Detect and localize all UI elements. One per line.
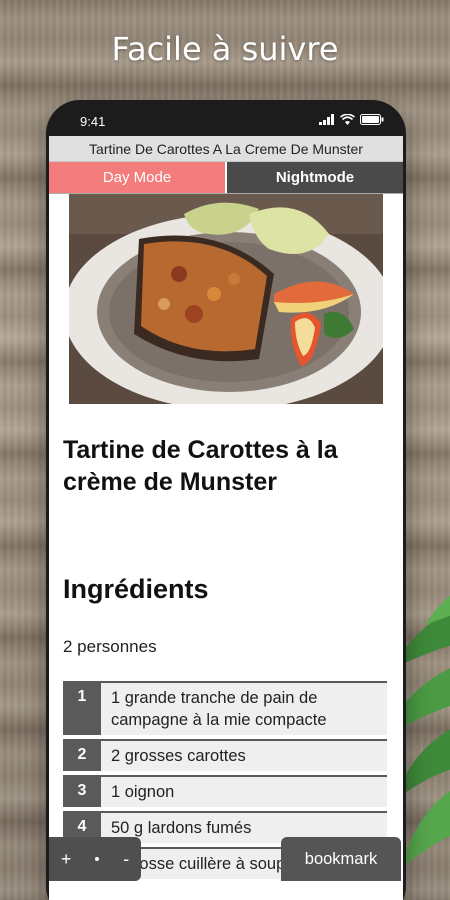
ingredient-text: 2 grosses carottes [101, 741, 387, 771]
app-screen: Tartine De Carottes A La Creme De Munste… [49, 136, 403, 900]
list-item: 2 2 grosses carottes [63, 739, 387, 771]
signal-icon [319, 114, 334, 125]
app-title: Tartine De Carottes A La Creme De Munste… [49, 136, 403, 162]
zoom-separator [95, 857, 100, 861]
tab-night-mode[interactable]: Nightmode [225, 162, 403, 193]
ingredient-text: 1 oignon [101, 777, 387, 807]
phone-frame: 9:41 Tartine De Carottes A La Creme De M… [46, 100, 406, 900]
tab-day-mode[interactable]: Day Mode [49, 162, 225, 193]
list-item: 1 1 grande tranche de pain de campagne à… [63, 681, 387, 735]
recipe-title: Tartine de Carottes à la crème de Munste… [63, 436, 338, 496]
status-time: 9:41 [80, 114, 106, 129]
zoom-out-button[interactable]: - [123, 849, 129, 870]
ingredient-number: 1 [63, 683, 101, 735]
ingredient-number: 3 [63, 777, 101, 807]
list-item: 3 1 oignon [63, 775, 387, 807]
wifi-icon [340, 114, 355, 125]
recipe-photo [69, 194, 383, 404]
phone-notch [164, 100, 288, 122]
ingredients-heading: Ingrédients [63, 574, 209, 604]
zoom-in-button[interactable]: + [61, 849, 72, 870]
bookmark-button[interactable]: bookmark [281, 837, 401, 881]
servings-label: 2 personnes [63, 637, 157, 656]
ingredient-text: 1 grande tranche de pain de campagne à l… [101, 683, 387, 735]
promo-headline: Facile à suivre [111, 30, 339, 68]
ingredient-number: 2 [63, 741, 101, 771]
zoom-controls: + - [49, 837, 141, 881]
mode-tabs: Day Mode Nightmode [49, 162, 403, 194]
bottom-controls: + - bookmark [49, 837, 403, 897]
battery-icon [360, 114, 384, 125]
